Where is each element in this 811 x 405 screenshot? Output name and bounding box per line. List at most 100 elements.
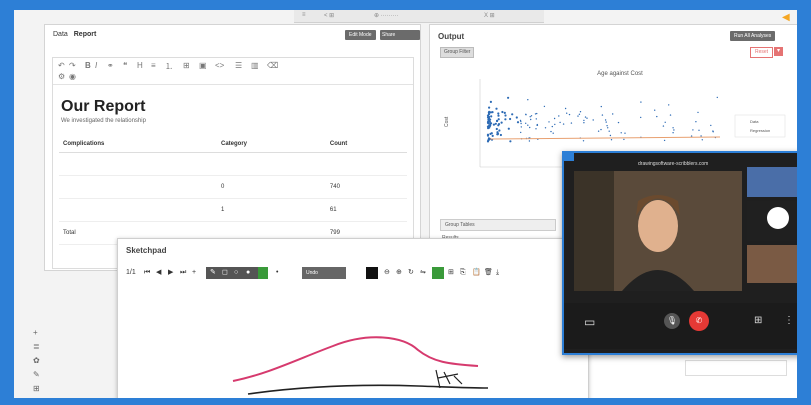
scatter-point [597,130,600,132]
grid-tool-icon[interactable]: ⊞ [33,384,40,393]
scatter-point [617,121,620,124]
scatter-point [488,106,491,109]
run-all-button[interactable]: Run All Analyses [730,31,776,41]
color-black-swatch[interactable] [366,267,378,279]
mic-icon[interactable]: 🎙 [664,313,680,329]
topbar-item-3[interactable]: X ⊞ [484,12,495,19]
dropdown-icon[interactable]: ▾ [774,47,783,56]
first-page-icon[interactable]: ⏮ [144,267,150,279]
scatter-point [606,125,608,127]
add-page-icon[interactable]: + [192,267,196,279]
black-stroke [247,384,489,395]
color-green-swatch[interactable] [258,267,268,279]
clear-format-icon[interactable]: ⌫ [267,61,278,70]
edit-mode-button[interactable]: Edit Mode [345,30,376,40]
topbar-item-0[interactable]: ≡ [302,12,306,18]
call-controls: ▭ 🎙 ✆ ⊞ ⋮ [564,303,797,349]
scatter-point [623,138,625,141]
column-header: Count [325,136,407,153]
scatter-point [495,127,498,131]
report-subtitle: We investigated the relationship [61,118,146,124]
settings-icon[interactable]: ⚙ [58,72,65,81]
table-header-row: Complications Category Count [59,136,407,153]
video-drag-handle[interactable] [564,153,574,161]
share-notebook-button[interactable]: Share Notebook [380,30,420,48]
link-icon[interactable]: ⚭ [107,61,114,70]
scatter-point [605,121,607,123]
zoom-in-icon[interactable]: ⊕ [396,267,402,279]
drawing-canvas[interactable] [118,284,588,398]
participant-thumb-3[interactable] [747,245,797,283]
delete-icon[interactable]: 🗑 [484,267,493,279]
quote-icon[interactable]: ❝ [123,61,127,70]
scatter-point [528,140,531,142]
scatter-point [486,116,490,119]
scatter-point [495,119,499,123]
table-icon[interactable]: ⊞ [183,61,190,70]
top-tab-strip: ≡ < ⊞ ⊕ ········· X ⊞ [294,10,544,23]
redo-icon[interactable]: ↷ [69,61,76,70]
numbered-list-icon[interactable]: ⒈ [165,61,173,72]
scatter-point [672,127,674,129]
present-screen-icon[interactable]: ▭ [584,315,595,329]
paste-icon[interactable]: 📋 [472,267,481,279]
bold-icon[interactable]: B [85,61,91,70]
next-page-icon[interactable]: ▶ [168,267,173,279]
scatter-point [672,132,674,134]
scatter-point [489,118,492,121]
scatter-point [486,134,490,137]
active-color-swatch[interactable] [432,267,444,279]
list-icon[interactable]: ≡ [151,61,156,70]
eye-icon[interactable]: ◉ [69,72,76,81]
undo-icon[interactable]: ↶ [58,61,65,70]
grid-view-icon[interactable]: ⊞ [754,315,762,326]
topbar-item-2[interactable]: ⊕ ········· [374,12,399,19]
flip-icon[interactable]: ⇋ [420,267,426,279]
heading-icon[interactable]: H [137,61,143,70]
pen-icon[interactable]: ✎ [33,370,40,379]
chart-icon[interactable]: ▥ [251,61,259,70]
code-icon[interactable]: <> [215,61,224,70]
download-icon[interactable]: ⤓ [496,267,499,279]
italic-icon[interactable]: I [95,61,97,70]
scatter-point [503,111,506,114]
brush-size-icon[interactable]: • [276,267,278,279]
add-icon[interactable]: + [33,328,38,337]
pencil-tool-icon[interactable]: ✎ [210,267,216,279]
end-call-icon[interactable]: ✆ [689,311,709,331]
last-page-icon[interactable]: ⏭ [180,267,186,279]
more-options-icon[interactable]: ⋮ [784,315,794,326]
pink-stroke [232,336,479,382]
table-row [59,152,407,176]
participant-thumb-2[interactable] [747,201,797,241]
rotate-icon[interactable]: ↻ [408,267,414,279]
grid-icon[interactable]: ⊞ [448,267,454,279]
fill-tool-icon[interactable]: ● [246,267,250,279]
prev-page-icon[interactable]: ◀ [156,267,161,279]
scatter-point [586,117,588,119]
layers-icon[interactable]: ≣ [33,342,40,351]
table-cell [59,152,217,176]
topbar-item-1[interactable]: < ⊞ [324,12,334,19]
scatter-point [697,111,699,114]
align-icon[interactable]: ☰ [235,61,242,70]
scatter-point [486,140,490,143]
output-input-field[interactable] [685,360,787,376]
undo-button[interactable]: Undo [302,267,346,279]
group-tables-header[interactable]: Group Tables [440,219,556,231]
breadcrumb: Data Report [53,31,96,38]
scatter-point [584,116,587,118]
palette-icon[interactable]: ✿ [33,356,40,365]
copy-icon[interactable]: ⎘ [460,267,466,279]
table-cell: 0 [216,175,326,199]
legend [734,114,786,138]
scatter-point [579,111,582,113]
circle-tool-icon[interactable]: ○ [234,267,238,279]
breadcrumb-data[interactable]: Data [53,31,68,38]
eraser-tool-icon[interactable]: ◻ [222,267,228,279]
image-icon[interactable]: ▣ [199,61,207,70]
scatter-point [489,100,492,103]
zoom-out-icon[interactable]: ⊖ [384,267,390,279]
scatter-point [668,104,670,106]
participant-thumb-1[interactable] [747,167,797,197]
